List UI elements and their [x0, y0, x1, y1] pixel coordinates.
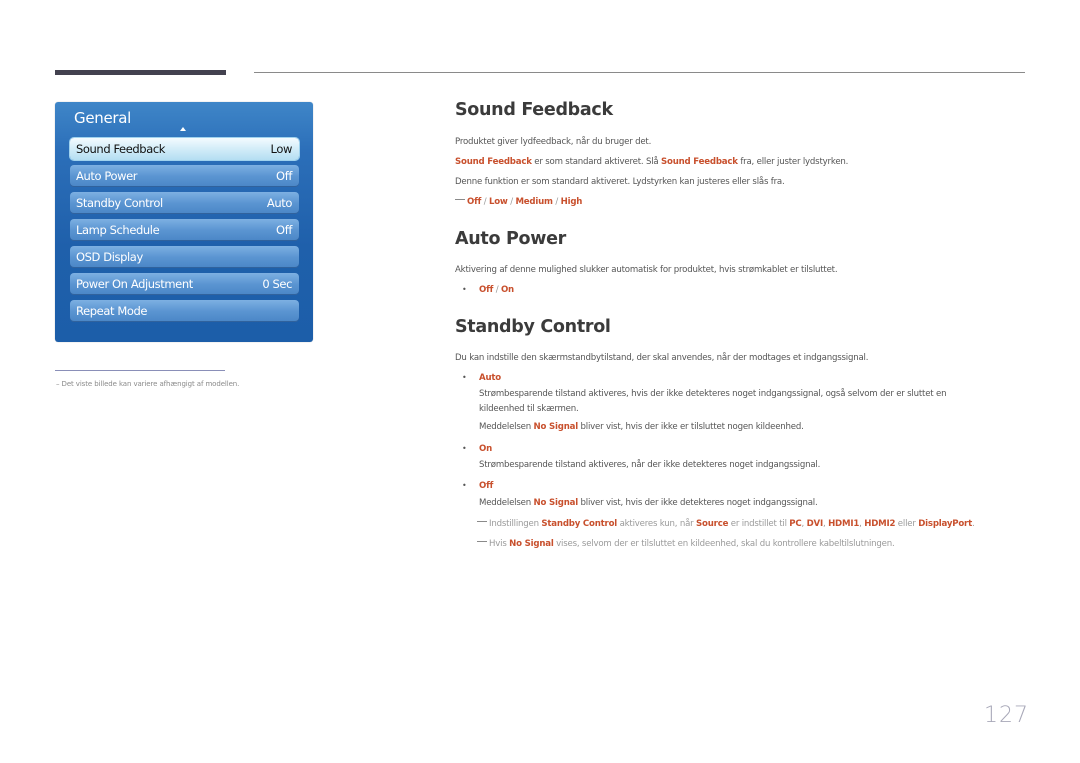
term-hdmi1: HDMI1 — [828, 519, 860, 529]
osd-item-repeat-mode[interactable]: Repeat Mode — [70, 300, 299, 322]
note-source-requirement: Indstillingen Standby Control aktiveres … — [477, 519, 975, 529]
separator: / — [493, 285, 501, 295]
osd-item-label: Standby Control — [76, 196, 163, 210]
separator: / — [552, 197, 561, 207]
separator: / — [481, 197, 489, 207]
standby-control-desc: Du kan indstille den skærmstandbytilstan… — [455, 353, 869, 363]
text: vises, selvom der er tilsluttet en kilde… — [553, 539, 895, 549]
term-standby-control: Standby Control — [541, 519, 618, 529]
osd-menu-title: General — [74, 109, 132, 127]
text: bliver vist, hvis der ikke er tilsluttet… — [577, 422, 804, 432]
page-number: 127 — [984, 703, 1029, 728]
option-medium: Medium — [515, 197, 553, 207]
note-cable-check: Hvis No Signal vises, selvom der er tils… — [477, 539, 895, 549]
text: er indstillet til — [728, 519, 790, 529]
text: Meddelelsen — [479, 422, 534, 432]
osd-menu-panel: General Sound Feedback Low Auto Power Of… — [55, 102, 313, 342]
text: Hvis — [489, 539, 510, 549]
osd-item-sound-feedback[interactable]: Sound Feedback Low — [70, 138, 299, 160]
osd-item-label: Auto Power — [76, 169, 138, 183]
bullet-icon: • — [462, 481, 467, 490]
osd-item-value: Auto — [266, 196, 293, 210]
note-dash-icon — [477, 521, 487, 522]
option-on: On — [500, 285, 514, 295]
footnote-rule — [55, 370, 225, 371]
text: bliver vist, hvis der ikke detekteres no… — [577, 498, 818, 508]
option-high: High — [560, 197, 583, 207]
section-title-sound-feedback: Sound Feedback — [455, 100, 613, 120]
auto-message: Meddelelsen No Signal bliver vist, hvis … — [479, 422, 804, 432]
text: Indstillingen — [489, 519, 542, 529]
osd-item-value: Low — [270, 142, 293, 156]
sound-feedback-note: Denne funktion er som standard aktiveret… — [455, 177, 785, 187]
osd-item-label: Sound Feedback — [76, 142, 166, 156]
auto-desc-line2: kildeenhed til skærmen. — [479, 404, 579, 414]
auto-desc-line1: Strømbesparende tilstand aktiveres, hvis… — [479, 389, 947, 399]
footnote: – Det viste billede kan variere afhængig… — [56, 380, 240, 388]
header-rule — [254, 72, 1025, 73]
bullet-icon: • — [462, 373, 467, 382]
term-pc: PC — [789, 519, 802, 529]
option-off: Off — [467, 197, 482, 207]
sound-feedback-default: Sound Feedback er som standard aktiveret… — [455, 157, 848, 167]
osd-item-label: OSD Display — [76, 250, 143, 264]
on-desc: Strømbesparende tilstand aktiveres, når … — [479, 460, 821, 470]
term-displayport: DisplayPort — [918, 519, 972, 529]
text: Meddelelsen — [479, 498, 534, 508]
osd-item-label: Lamp Schedule — [76, 223, 160, 237]
text: fra, eller juster lydstyrken. — [737, 157, 849, 167]
text: aktiveres kun, når — [617, 519, 697, 529]
sound-feedback-desc: Produktet giver lydfeedback, når du brug… — [455, 137, 652, 147]
option-low: Low — [488, 197, 508, 207]
text: eller — [895, 519, 919, 529]
osd-item-auto-power[interactable]: Auto Power Off — [70, 165, 299, 187]
section-title-auto-power: Auto Power — [455, 229, 566, 249]
scroll-up-arrow-icon — [180, 127, 186, 131]
term-no-signal: No Signal — [509, 539, 554, 549]
section-title-standby-control: Standby Control — [455, 317, 611, 337]
osd-item-value: Off — [276, 169, 292, 183]
text: er som standard aktiveret. Slå — [531, 157, 662, 167]
term-sound-feedback: Sound Feedback — [455, 157, 532, 167]
osd-item-power-on-adjustment[interactable]: Power On Adjustment 0 Sec — [70, 273, 299, 295]
term-no-signal: No Signal — [533, 498, 579, 508]
option-off: Off — [479, 481, 494, 491]
osd-item-value: 0 Sec — [262, 277, 292, 291]
term-source: Source — [696, 519, 729, 529]
footnote-text: Det viste billede kan variere afhængigt … — [61, 380, 240, 388]
term-sound-feedback: Sound Feedback — [661, 157, 738, 167]
sound-feedback-options: Off / Low / Medium / High — [455, 197, 582, 207]
auto-power-options: Off / On — [479, 285, 514, 295]
bullet-icon: • — [462, 285, 467, 294]
off-message: Meddelelsen No Signal bliver vist, hvis … — [479, 498, 818, 508]
note-dash-icon — [477, 541, 487, 542]
header-bar — [55, 70, 226, 75]
term-dvi: DVI — [806, 519, 824, 529]
osd-item-osd-display[interactable]: OSD Display — [70, 246, 299, 268]
osd-item-label: Repeat Mode — [76, 304, 148, 318]
option-on: On — [479, 444, 493, 454]
osd-item-lamp-schedule[interactable]: Lamp Schedule Off — [70, 219, 299, 241]
option-off: Off — [479, 285, 494, 295]
text: . — [972, 519, 975, 529]
option-auto: Auto — [479, 373, 501, 383]
auto-power-desc: Aktivering af denne mulighed slukker aut… — [455, 265, 838, 275]
term-hdmi2: HDMI2 — [864, 519, 896, 529]
osd-item-value: Off — [276, 223, 292, 237]
osd-item-standby-control[interactable]: Standby Control Auto — [70, 192, 299, 214]
osd-item-label: Power On Adjustment — [76, 277, 193, 291]
note-dash-icon — [455, 199, 465, 200]
term-no-signal: No Signal — [533, 422, 579, 432]
bullet-icon: • — [462, 444, 467, 453]
